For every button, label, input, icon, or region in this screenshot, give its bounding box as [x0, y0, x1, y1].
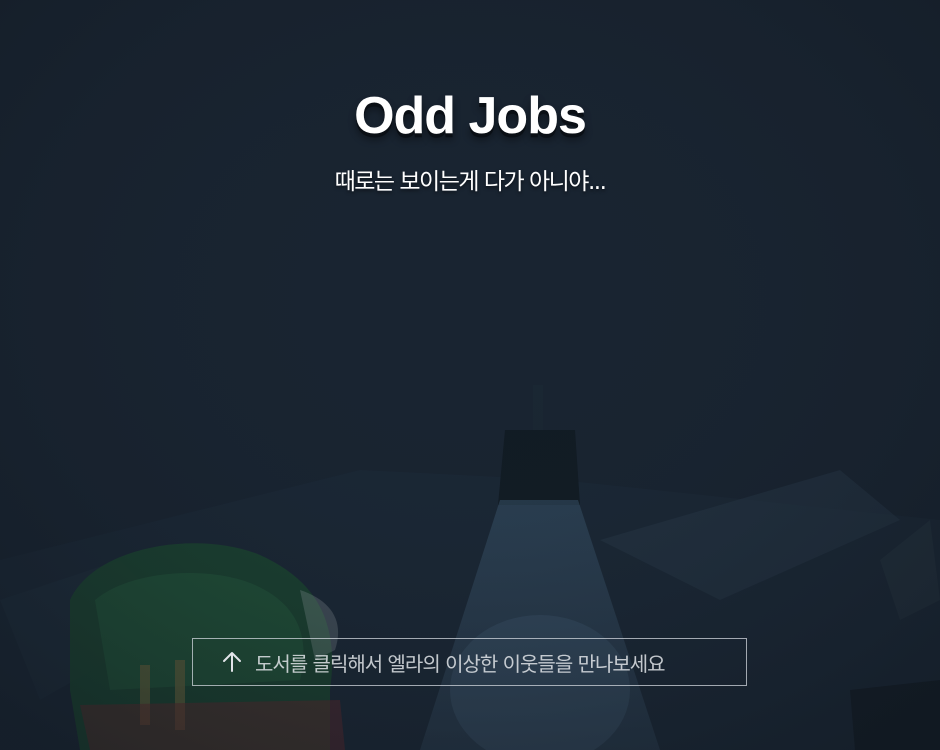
- arrow-up-icon: [223, 652, 241, 672]
- hint-text: 도서를 클릭해서 엘라의 이상한 이웃들을 만나보세요: [255, 651, 666, 676]
- page-title: Odd Jobs: [354, 87, 587, 145]
- page-subtitle: 때로는 보이는게 다가 아니야...: [334, 169, 607, 195]
- click-book-hint[interactable]: 도서를 클릭해서 엘라의 이상한 이웃들을 만나보세요: [192, 638, 747, 686]
